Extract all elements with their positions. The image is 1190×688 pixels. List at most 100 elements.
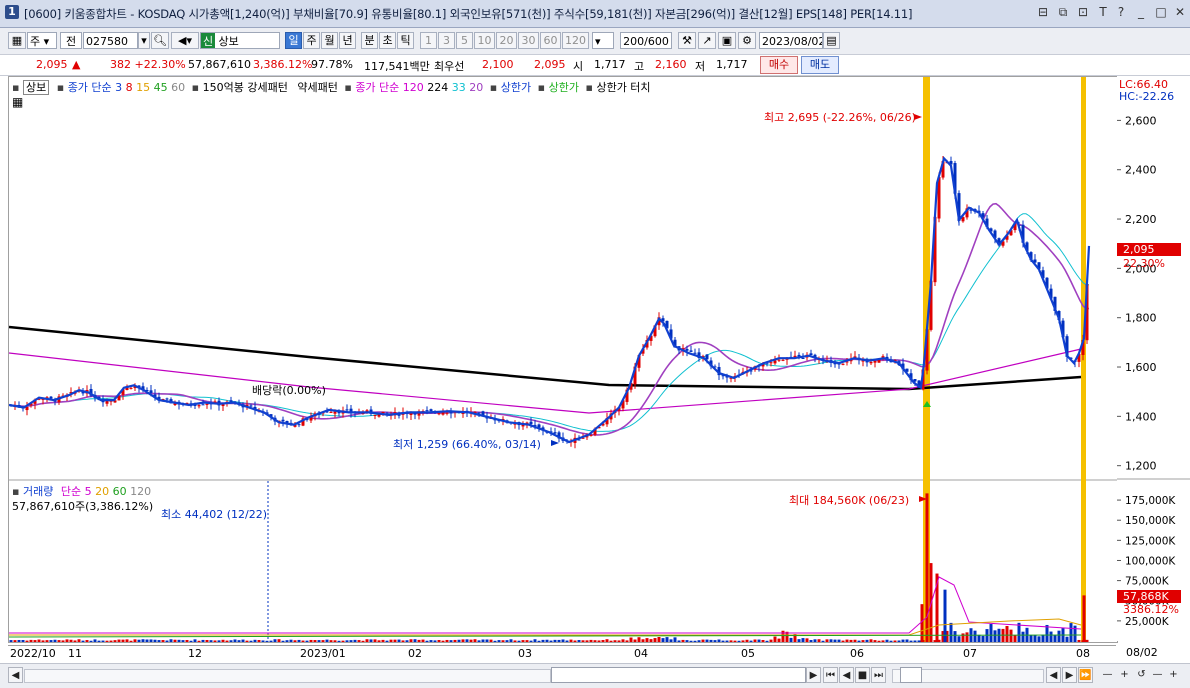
plus-icon[interactable]: + — [1166, 667, 1181, 683]
volume-bar — [525, 640, 529, 642]
legend-ma-label[interactable]: 종가 단순 — [68, 81, 112, 94]
help-icon[interactable]: ? — [1114, 5, 1128, 19]
layout-icon[interactable]: ⊟ — [1036, 5, 1050, 19]
date-input[interactable]: 2023/08/02 — [759, 32, 823, 49]
period-minute-button[interactable]: 분 — [361, 32, 378, 49]
legend-marker-icon: ▪ — [191, 81, 200, 94]
volume-bar — [913, 640, 917, 642]
candle-body — [841, 363, 845, 365]
zoom-in-icon[interactable]: + — [1117, 667, 1132, 683]
annotation-volume-min: 최소 44,402 (12/22) — [161, 508, 268, 521]
reset-icon[interactable]: ↺ — [1134, 667, 1149, 683]
minus-icon[interactable]: — — [1150, 667, 1165, 683]
legend-strong-pattern[interactable]: 150억봉 강세패턴 — [203, 81, 288, 94]
volume-bar — [753, 639, 757, 642]
scroll-track[interactable] — [24, 669, 551, 683]
period-month-button[interactable]: 월 — [321, 32, 338, 49]
zoom-out-icon[interactable]: — — [1100, 667, 1115, 683]
data-count-field[interactable]: 200/600 — [620, 32, 672, 49]
volume-bar — [837, 639, 841, 642]
gear-icon[interactable]: ⚙ — [738, 32, 756, 49]
period-second-button[interactable]: 초 — [379, 32, 396, 49]
volume-bar — [581, 640, 585, 642]
save-icon[interactable]: ▣ — [718, 32, 736, 49]
volume-bar — [781, 630, 785, 642]
chart-settings-button[interactable]: ▦ — [8, 32, 26, 49]
zoom-thumb[interactable] — [900, 667, 922, 683]
legend-limit-up[interactable]: 상한가 — [501, 81, 531, 94]
line-draw-icon[interactable]: ↗ — [698, 32, 716, 49]
calendar-icon[interactable]: ▤ — [823, 32, 840, 49]
next-page-icon[interactable]: ⏭ — [871, 667, 886, 683]
scroll-end-icon[interactable]: ⏩ — [1078, 667, 1093, 683]
volume-legend-ma-label[interactable]: 단순 — [61, 485, 81, 498]
interval-30-button[interactable]: 30 — [518, 32, 539, 49]
price-axis-label: 1,200 — [1125, 460, 1157, 473]
maximize-icon[interactable]: □ — [1154, 5, 1168, 19]
volume-bar — [173, 639, 177, 642]
stock-code-input[interactable]: 027580 — [83, 32, 138, 49]
volume-bar — [193, 639, 197, 642]
volume-bar — [649, 639, 653, 642]
scroll-thumb[interactable] — [551, 667, 806, 683]
minimize-icon[interactable]: _ — [1134, 5, 1148, 19]
text-icon[interactable]: T — [1096, 5, 1110, 19]
scroll-left-icon[interactable]: ◀ — [8, 667, 23, 683]
volume-bar — [465, 639, 469, 642]
volume-bar — [537, 640, 541, 642]
volume-bar — [437, 640, 441, 642]
volume-bar — [761, 639, 765, 642]
interval-120-button[interactable]: 120 — [562, 32, 589, 49]
legend-limit-touch[interactable]: 상한가 터치 — [596, 81, 650, 94]
search-icon[interactable]: 🔍︎ — [151, 32, 169, 49]
screen-icon[interactable]: ⊡ — [1076, 5, 1090, 19]
volume-bar — [673, 637, 677, 642]
restore-panel-icon[interactable]: ⧉ — [1056, 5, 1070, 19]
legend-weak-pattern[interactable]: 약세패턴 — [297, 81, 337, 94]
speaker-icon[interactable]: ◀▾ — [171, 32, 199, 49]
volume-legend-name[interactable]: 거래량 — [23, 485, 53, 498]
stock-name-field[interactable]: 신 상보 — [200, 32, 280, 49]
period-year-button[interactable]: 년 — [339, 32, 356, 49]
interval-custom-select[interactable]: ▾ — [592, 32, 614, 49]
mode-second-button[interactable]: 전 — [60, 32, 82, 49]
legend-stock-name[interactable]: 상보 — [22, 80, 50, 95]
interval-60-button[interactable]: 60 — [540, 32, 561, 49]
period-tick-button[interactable]: 틱 — [397, 32, 414, 49]
volume-bar — [909, 640, 913, 642]
grid-icon[interactable]: ▦ — [12, 95, 23, 109]
chart-pane[interactable]: ▪ 상보 ▪ 종가 단순 3 8 15 45 60 ▪ 150억봉 강세패턴 약… — [8, 76, 1118, 643]
volume-bar — [153, 639, 157, 642]
volume-value: 57,867,610 — [188, 58, 251, 71]
code-dropdown-icon[interactable]: ▾ — [138, 32, 150, 49]
volume-bar — [17, 639, 21, 642]
interval-1-button[interactable]: 1 — [420, 32, 437, 49]
first-page-icon[interactable]: ⏮ — [823, 667, 838, 683]
volume-bar — [657, 636, 661, 642]
buy-button[interactable]: 매수 — [760, 56, 798, 74]
scroll-right-icon[interactable]: ▶ — [806, 667, 821, 683]
volume-bar — [1033, 634, 1037, 642]
sell-button[interactable]: 매도 — [801, 56, 839, 74]
legend-limit-up-2[interactable]: 상한가 — [549, 81, 579, 94]
stop-icon[interactable]: ■ — [855, 667, 870, 683]
tools-icon[interactable]: ⚒ — [678, 32, 696, 49]
volume-bar — [421, 639, 425, 642]
volume-bar — [313, 640, 317, 642]
zoom-right-icon[interactable]: ▶ — [1062, 667, 1077, 683]
interval-10-button[interactable]: 10 — [474, 32, 495, 49]
close-icon[interactable]: ✕ — [1173, 5, 1187, 19]
period-week-button[interactable]: 주 — [303, 32, 320, 49]
interval-3-button[interactable]: 3 — [438, 32, 455, 49]
interval-20-button[interactable]: 20 — [496, 32, 517, 49]
volume-bar — [357, 640, 361, 642]
period-day-button[interactable]: 일 — [285, 32, 302, 49]
price-volume-chart[interactable] — [9, 77, 1117, 642]
mode-select[interactable]: 주 ▾ — [27, 32, 57, 49]
prev-page-icon[interactable]: ◀ — [839, 667, 854, 683]
volume-bar — [553, 639, 557, 642]
interval-5-button[interactable]: 5 — [456, 32, 473, 49]
legend-ma2-label[interactable]: 종가 단순 — [355, 81, 399, 94]
volume-bar — [109, 640, 113, 642]
zoom-left-icon[interactable]: ◀ — [1046, 667, 1061, 683]
